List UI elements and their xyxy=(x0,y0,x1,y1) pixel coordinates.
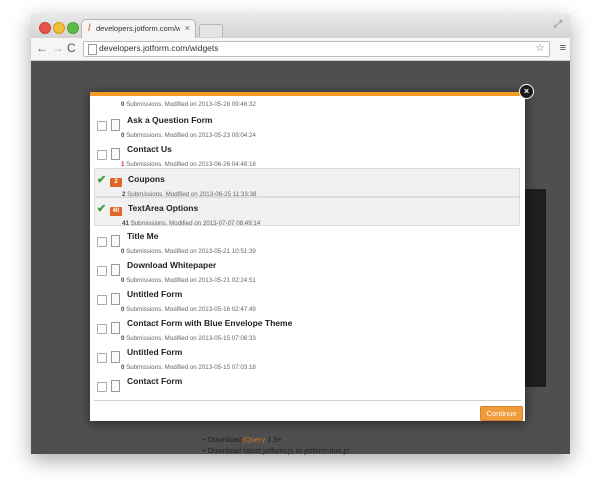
title-bar: / developers.jotform.com/w × ⤢ xyxy=(31,14,570,39)
form-checkbox[interactable] xyxy=(97,266,107,276)
form-checkbox[interactable] xyxy=(97,237,107,247)
document-icon xyxy=(111,148,120,160)
reload-icon[interactable]: C xyxy=(67,41,76,55)
modified-text: Submissions. Modified on 2013-05-15 07:0… xyxy=(124,335,256,342)
bg-line1-suffix: 1.9+ xyxy=(265,435,283,444)
document-icon xyxy=(111,293,120,305)
form-title: Contact Form with Blue Envelope Theme xyxy=(127,318,293,328)
modified-text: Submissions. Modified on 2013-05-23 09:0… xyxy=(124,132,256,139)
form-list[interactable]: 0 Submissions. Modified on 2013-05-28 09… xyxy=(90,96,525,400)
form-checkbox[interactable] xyxy=(97,324,107,334)
form-picker-dialog: 0 Submissions. Modified on 2013-05-28 09… xyxy=(90,92,525,421)
page-icon xyxy=(88,44,97,55)
document-icon xyxy=(111,235,120,247)
modified-text: Submissions. Modified on 2013-05-15 07:0… xyxy=(124,364,256,371)
back-arrow-icon[interactable]: ← xyxy=(36,41,48,55)
jotform-favicon-icon: / xyxy=(88,23,91,34)
form-title: TextArea Options xyxy=(128,203,199,213)
form-row[interactable]: Download Whitepaper 0 Submissions. Modif… xyxy=(94,255,520,284)
form-row[interactable]: Ask a Question Form 0 Submissions. Modif… xyxy=(94,110,520,139)
zoom-window-button[interactable] xyxy=(67,22,79,34)
form-title: Download Whitepaper xyxy=(127,260,217,270)
jquery-link[interactable]: jQuery xyxy=(243,435,265,444)
continue-button[interactable]: Continue xyxy=(480,406,523,421)
browser-tab[interactable]: / developers.jotform.com/w × xyxy=(81,19,196,39)
background-download-jotform: • Download latest jotform.js or jotform.… xyxy=(203,446,350,455)
checked-checkbox-icon[interactable]: ✔ xyxy=(97,174,106,186)
form-row[interactable]: Contact Form xyxy=(94,371,520,400)
list-item-meta: 0 Submissions. Modified on 2013-05-28 09… xyxy=(121,101,256,108)
submission-badge: 2 xyxy=(110,178,122,187)
form-title: Untitled Form xyxy=(127,347,183,357)
tab-title: developers.jotform.com/w xyxy=(96,24,180,33)
document-icon xyxy=(111,119,120,131)
form-title: Ask a Question Form xyxy=(127,115,213,125)
form-meta: 0 Submissions. Modified on 2013-05-23 09… xyxy=(121,132,256,139)
document-icon xyxy=(111,322,120,334)
form-row[interactable]: Contact Us 1 Submissions. Modified on 20… xyxy=(94,139,520,168)
form-checkbox[interactable] xyxy=(97,295,107,305)
form-checkbox[interactable] xyxy=(97,353,107,363)
browser-toolbar: ← → C developers.jotform.com/widgets ☆ ≡ xyxy=(31,38,570,61)
fullscreen-icon[interactable]: ⤢ xyxy=(554,19,562,30)
tab-close-icon[interactable]: × xyxy=(185,23,190,33)
form-title: Untitled Form xyxy=(127,289,183,299)
form-row-selected[interactable]: ✔ 2 Coupons 2 Submissions. Modified on 2… xyxy=(94,168,520,198)
modified-text: Submissions. Modified on 2013-05-28 09:4… xyxy=(124,101,256,108)
form-row[interactable]: Untitled Form 0 Submissions. Modified on… xyxy=(94,342,520,371)
background-download-jquery: • Download jQuery 1.9+ xyxy=(203,435,283,444)
checked-checkbox-icon[interactable]: ✔ xyxy=(97,203,106,215)
form-meta: 1 Submissions. Modified on 2013-06-26 04… xyxy=(121,161,256,168)
form-meta: 0 Submissions. Modified on 2013-05-21 10… xyxy=(121,248,256,255)
form-checkbox[interactable] xyxy=(97,150,107,160)
close-window-button[interactable] xyxy=(39,22,51,34)
document-icon xyxy=(111,380,120,392)
modified-text: Submissions. Modified on 2013-06-26 04:4… xyxy=(124,161,256,168)
browser-menu-icon[interactable]: ≡ xyxy=(560,42,566,54)
form-row[interactable]: Contact Form with Blue Envelope Theme 0 … xyxy=(94,313,520,342)
minimize-window-button[interactable] xyxy=(53,22,65,34)
footer-divider xyxy=(94,400,521,401)
modified-text: Submissions. Modified on 2013-05-16 02:4… xyxy=(124,306,256,313)
dialog-close-icon[interactable]: × xyxy=(519,84,534,99)
modified-text: Submissions. Modified on 2013-05-21 02:2… xyxy=(124,277,256,284)
bg-line2: Download latest jotform.js or jotform.mi… xyxy=(207,446,350,455)
modified-text: Submissions. Modified on 2013-05-21 10:5… xyxy=(124,248,256,255)
form-title: Contact Us xyxy=(127,144,172,154)
address-bar[interactable]: developers.jotform.com/widgets ☆ xyxy=(83,41,550,57)
document-icon xyxy=(111,264,120,276)
new-tab-button[interactable] xyxy=(199,24,223,37)
url-text: developers.jotform.com/widgets xyxy=(99,43,219,53)
form-meta: 0 Submissions. Modified on 2013-05-15 07… xyxy=(121,335,256,342)
form-row[interactable]: Title Me 0 Submissions. Modified on 2013… xyxy=(94,226,520,255)
submission-badge: 40 xyxy=(110,207,122,216)
form-title: Coupons xyxy=(128,174,165,184)
bg-line1-prefix: Download xyxy=(207,435,244,444)
forward-arrow-icon[interactable]: → xyxy=(52,41,64,55)
form-checkbox[interactable] xyxy=(97,382,107,392)
form-meta: 0 Submissions. Modified on 2013-05-15 07… xyxy=(121,364,256,371)
form-row[interactable]: Untitled Form 0 Submissions. Modified on… xyxy=(94,284,520,313)
form-row-selected[interactable]: ✔ 40 TextArea Options 41 Submissions. Mo… xyxy=(94,197,520,227)
form-meta: 0 Submissions. Modified on 2013-05-21 02… xyxy=(121,277,256,284)
form-title: Title Me xyxy=(127,231,159,241)
bookmark-star-icon[interactable]: ☆ xyxy=(535,41,545,54)
form-title: Contact Form xyxy=(127,376,183,386)
form-checkbox[interactable] xyxy=(97,121,107,131)
document-icon xyxy=(111,351,120,363)
form-meta: 0 Submissions. Modified on 2013-05-16 02… xyxy=(121,306,256,313)
